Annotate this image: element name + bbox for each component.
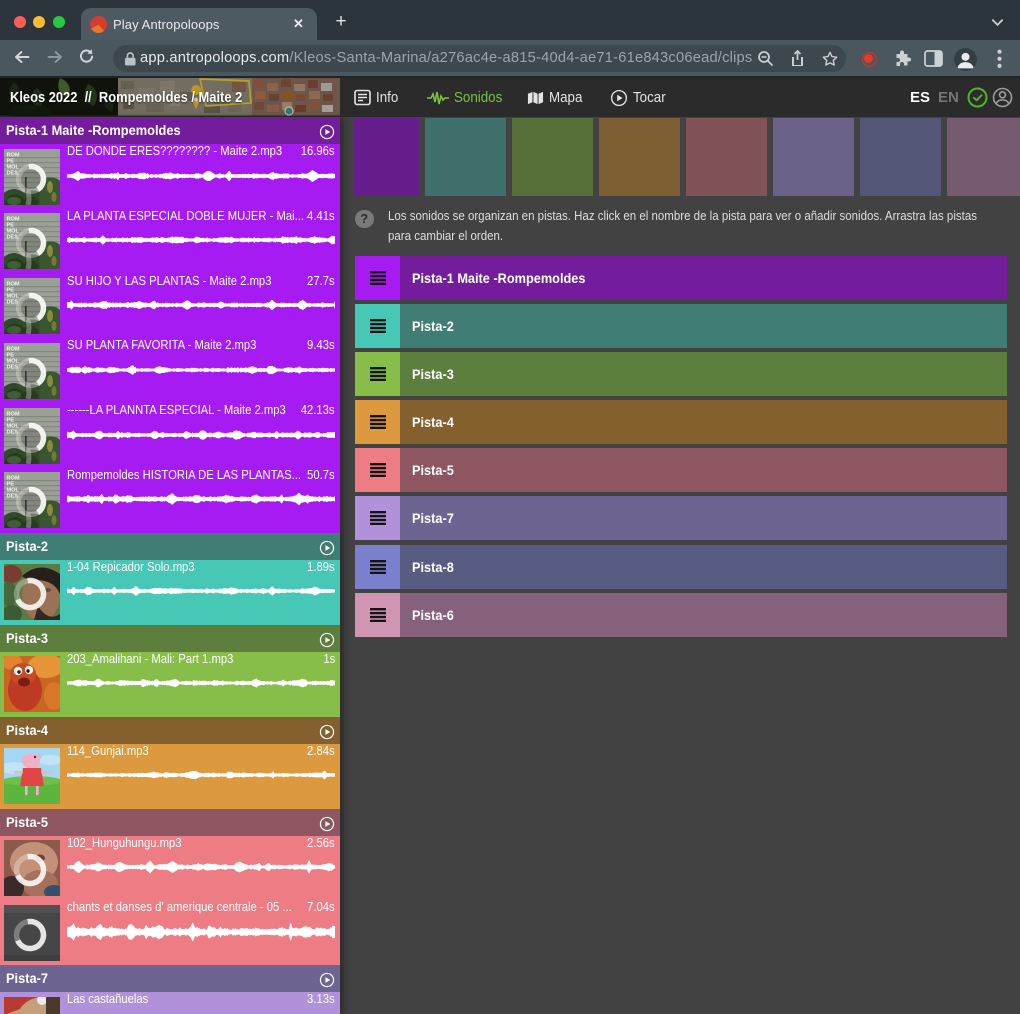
- svg-text:DES: DES: [7, 429, 19, 435]
- svg-text:DES: DES: [7, 170, 19, 176]
- svg-text:DES: DES: [7, 364, 19, 370]
- svg-text:DES: DES: [7, 494, 19, 500]
- svg-text:DES: DES: [7, 300, 19, 306]
- svg-text:DES: DES: [7, 235, 19, 241]
